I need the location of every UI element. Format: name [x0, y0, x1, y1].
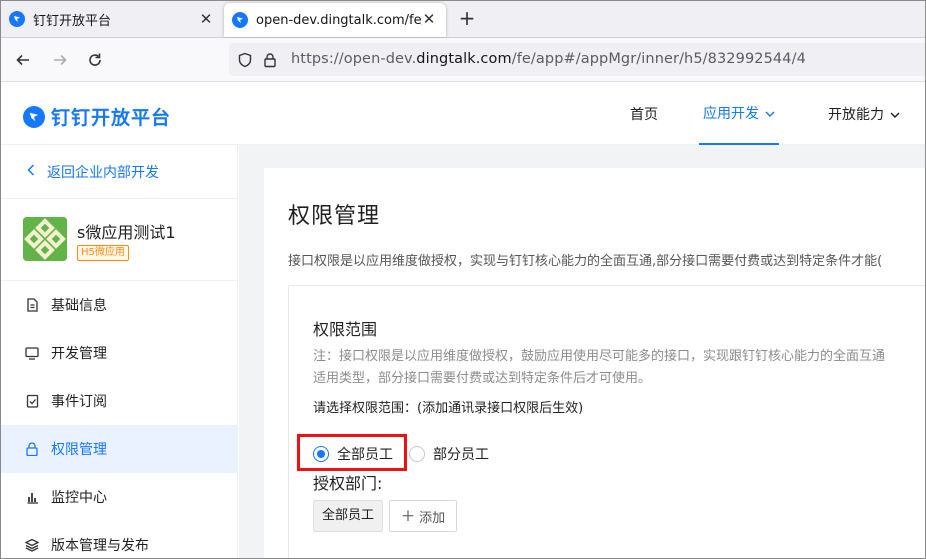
sidebar-item-version-release[interactable]: 版本管理与发布 [1, 521, 238, 558]
add-dept-button[interactable]: + 添加 [389, 500, 457, 532]
sidebar: 返回企业内部开发 s微应用测试1 H5微应用 基础信息 开发管理 事件订阅 权限… [1, 145, 238, 558]
forward-arrow-icon[interactable] [49, 49, 71, 71]
nav-app-dev[interactable]: 应用开发 [699, 83, 779, 145]
chevron-down-icon [765, 105, 775, 121]
reload-icon[interactable] [84, 49, 106, 71]
tab-title: 钉钉开放平台 [33, 13, 112, 29]
dingtalk-favicon-icon [9, 11, 25, 27]
layers-icon [25, 538, 39, 552]
nav-home[interactable]: 首页 [630, 83, 658, 145]
sidebar-item-monitor-center[interactable]: 监控中心 [1, 473, 238, 521]
main-content: 权限管理 接口权限是以应用维度做授权，实现与钉钉核心能力的全面互通,部分接口需要… [264, 168, 925, 558]
nav-open-capability[interactable]: 开放能力 [828, 83, 900, 145]
app-logo-icon [23, 217, 67, 261]
radio-all-staff[interactable]: 全部员工 [313, 444, 393, 464]
browser-tab-dingtalk[interactable]: 钉钉开放平台 ✕ [1, 1, 223, 37]
app-card: s微应用测试1 H5微应用 [1, 199, 238, 281]
sidebar-item-dev-manage[interactable]: 开发管理 [1, 329, 238, 377]
dingtalk-logo[interactable]: 钉钉开放平台 [23, 103, 171, 130]
authorized-dept-label: 授权部门: [313, 474, 383, 493]
tab-title: open-dev.dingtalk.com/fe/app#/appMgr/inn… [256, 12, 422, 28]
app-type-badge: H5微应用 [77, 245, 129, 261]
radio-unchecked-icon [409, 446, 425, 462]
tab-strip: 钉钉开放平台 ✕ open-dev.dingtalk.com/fe/app#/a… [1, 1, 925, 38]
new-tab-button[interactable]: + [456, 8, 478, 30]
choose-scope-label: 请选择权限范围：(添加通讯录接口权限后生效) [313, 401, 584, 416]
sidebar-item-permission[interactable]: 权限管理 [1, 425, 238, 473]
chevron-down-icon [890, 106, 900, 122]
chevron-left-icon [27, 163, 35, 180]
radio-partial-staff[interactable]: 部分员工 [409, 444, 489, 464]
scope-note: 注：接口权限是以应用维度做授权，鼓励应用使用尽可能多的接口，实现跟钉钉核心能力的… [313, 349, 886, 386]
app-name: s微应用测试1 [77, 223, 176, 242]
radio-checked-icon [313, 446, 329, 462]
back-arrow-icon[interactable] [12, 49, 34, 71]
app-header: 钉钉开放平台 首页 应用开发 开放能力 [1, 83, 925, 145]
navigation-bar: https://open-dev.dingtalk.com/fe/app#/ap… [1, 38, 925, 82]
selected-dept-chip: 全部员工 [313, 500, 384, 532]
monitor-icon [25, 346, 39, 360]
sidebar-item-basic-info[interactable]: 基础信息 [1, 281, 238, 329]
browser-tab-active[interactable]: open-dev.dingtalk.com/fe/app#/appMgr/inn… [224, 3, 446, 37]
page-title: 权限管理 [288, 204, 381, 229]
close-tab-icon[interactable]: ✕ [197, 10, 215, 28]
shield-icon[interactable] [237, 52, 253, 72]
url-text: https://open-dev.dingtalk.com/fe/app#/ap… [291, 51, 806, 67]
sidebar-item-event-subscribe[interactable]: 事件订阅 [1, 377, 238, 425]
brand-name: 钉钉开放平台 [51, 107, 172, 129]
dingtalk-favicon-icon [232, 12, 248, 28]
permission-scope-card: 权限范围 注：接口权限是以应用维度做授权，鼓励应用使用尽可能多的接口，实现跟钉钉… [288, 285, 925, 558]
section-title: 权限范围 [313, 320, 378, 339]
address-bar[interactable]: https://open-dev.dingtalk.com/fe/app#/ap… [229, 43, 925, 76]
lock-icon[interactable] [262, 52, 278, 72]
file-info-icon [25, 298, 39, 312]
plus-icon: + [400, 506, 416, 526]
close-tab-icon[interactable]: ✕ [420, 10, 438, 28]
bar-chart-icon [25, 490, 39, 504]
lock-icon [25, 442, 39, 456]
back-to-internal-dev-link[interactable]: 返回企业内部开发 [1, 145, 238, 199]
page-description: 接口权限是以应用维度做授权，实现与钉钉核心能力的全面互通,部分接口需要付费或达到… [288, 254, 883, 269]
checklist-icon [25, 394, 39, 408]
dingtalk-logo-icon [23, 105, 45, 128]
browser-window: 钉钉开放平台 ✕ open-dev.dingtalk.com/fe/app#/a… [0, 0, 926, 559]
